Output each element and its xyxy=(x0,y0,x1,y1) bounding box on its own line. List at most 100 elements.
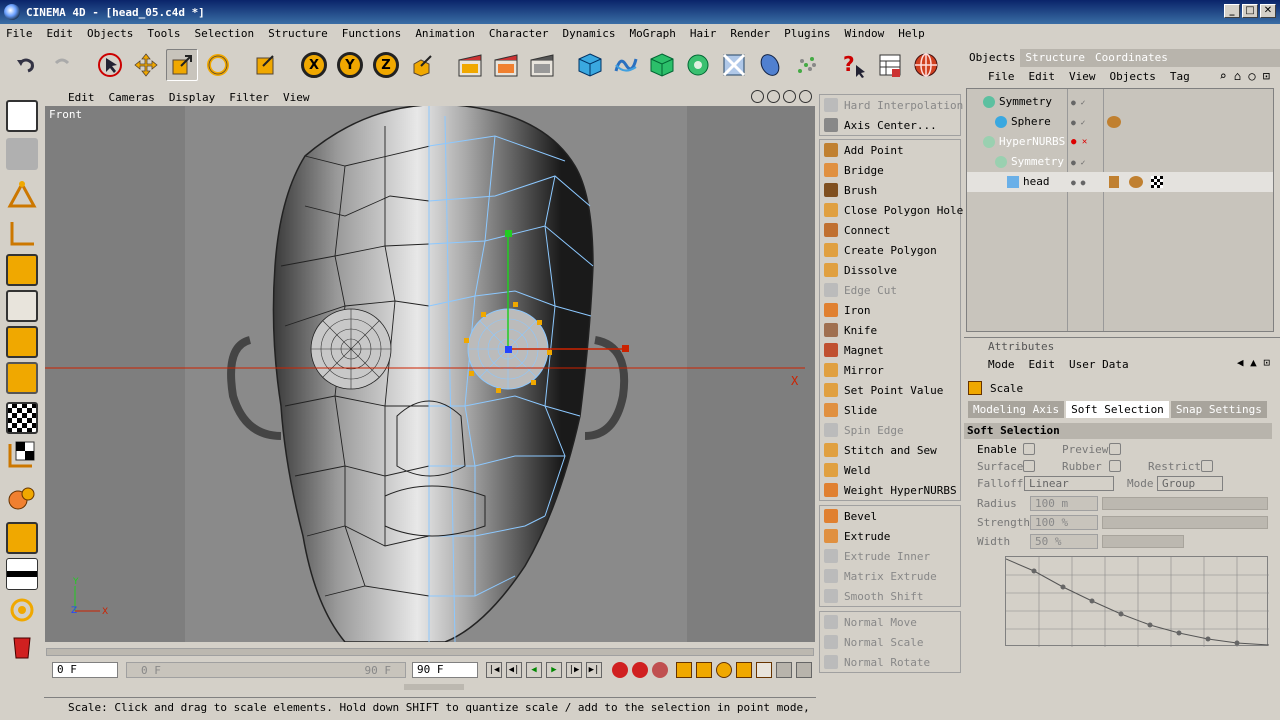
texture-axis-mode-button[interactable] xyxy=(6,326,38,358)
menu-character[interactable]: Character xyxy=(489,27,549,40)
object-row-head[interactable]: head ● ● xyxy=(967,172,1273,192)
next-key-button[interactable]: |▶ xyxy=(566,662,582,678)
menu-render[interactable]: Render xyxy=(730,27,770,40)
render-picture-viewer-button[interactable] xyxy=(490,49,522,81)
phong-tag-icon[interactable] xyxy=(1109,176,1119,188)
solo-mode-button[interactable] xyxy=(6,522,38,554)
scale-tool-button[interactable] xyxy=(166,49,198,81)
attributes-menu-mode[interactable]: Mode xyxy=(988,358,1015,371)
use-polygon-tool-button[interactable] xyxy=(6,254,38,286)
create-polygon-button[interactable]: Create Polygon xyxy=(820,240,960,260)
play-forward-button[interactable]: ▶ xyxy=(546,662,562,678)
magnet-button[interactable]: Magnet xyxy=(820,340,960,360)
attributes-menu-user-data[interactable]: User Data xyxy=(1069,358,1129,371)
surface-checkbox[interactable] xyxy=(1023,460,1035,472)
inverse-kinematics-button[interactable] xyxy=(6,482,38,514)
objects-menu-tag[interactable]: Tag xyxy=(1170,70,1190,83)
cube-primitive-button[interactable] xyxy=(574,49,606,81)
menu-functions[interactable]: Functions xyxy=(342,27,402,40)
redo-button[interactable] xyxy=(46,49,78,81)
record-rotation-button[interactable] xyxy=(716,662,732,678)
bridge-button[interactable]: Bridge xyxy=(820,160,960,180)
timeline-ruler[interactable] xyxy=(46,648,814,656)
menu-dynamics[interactable]: Dynamics xyxy=(563,27,616,40)
attributes-menu-edit[interactable]: Edit xyxy=(1029,358,1056,371)
slide-button[interactable]: Slide xyxy=(820,400,960,420)
restrict-checkbox[interactable] xyxy=(1201,460,1213,472)
close-polygon-hole-button[interactable]: Close Polygon Hole xyxy=(820,200,963,220)
viewport-rotate-icon[interactable] xyxy=(783,90,796,103)
timeline-options-button[interactable] xyxy=(796,662,812,678)
browser-button[interactable] xyxy=(910,49,942,81)
render-view-button[interactable] xyxy=(454,49,486,81)
array-button[interactable] xyxy=(682,49,714,81)
tab-coordinates[interactable]: Coordinates xyxy=(1090,49,1173,67)
width-slider[interactable] xyxy=(1102,535,1184,548)
tab-soft-selection[interactable]: Soft Selection xyxy=(1066,401,1169,418)
menu-window[interactable]: Window xyxy=(844,27,884,40)
object-row-symmetry-child[interactable]: Symmetry ● ✓ xyxy=(967,152,1273,172)
record-button[interactable] xyxy=(612,662,628,678)
falloff-dropdown[interactable]: Linear xyxy=(1024,476,1114,491)
object-row-sphere[interactable]: Sphere ● ✓ xyxy=(967,112,1273,132)
material-tag-icon[interactable] xyxy=(1129,176,1143,188)
tweak-mode-button[interactable] xyxy=(6,402,38,434)
uvw-tag-icon[interactable] xyxy=(1151,176,1163,188)
help-button[interactable]: ? xyxy=(838,49,870,81)
object-manager-search-icon[interactable]: ⌕ ⌂ ○ ⊡ xyxy=(1219,69,1270,83)
weight-hypernurbs-button[interactable]: Weight HyperNURBS xyxy=(820,480,960,500)
menu-edit[interactable]: Edit xyxy=(47,27,74,40)
record-position-button[interactable] xyxy=(676,662,692,678)
deformer-button[interactable] xyxy=(718,49,750,81)
use-point-tool-button[interactable] xyxy=(6,178,38,210)
objects-menu-objects[interactable]: Objects xyxy=(1110,70,1156,83)
use-model-tool-button[interactable] xyxy=(6,100,38,132)
viewport-maximize-icon[interactable] xyxy=(799,90,812,103)
undo-button[interactable] xyxy=(10,49,42,81)
strength-field[interactable]: 100 % xyxy=(1030,515,1098,530)
interpolation-button[interactable] xyxy=(776,662,792,678)
object-row-symmetry[interactable]: Symmetry ● ✓ xyxy=(967,92,1273,112)
tab-modeling-axis[interactable]: Modeling Axis xyxy=(968,401,1065,418)
record-scale-button[interactable] xyxy=(696,662,712,678)
end-frame-field[interactable]: 90 F xyxy=(412,662,478,678)
menu-selection[interactable]: Selection xyxy=(194,27,254,40)
menu-file[interactable]: File xyxy=(6,27,33,40)
strength-slider[interactable] xyxy=(1102,516,1268,529)
viewport-menu-cameras[interactable]: Cameras xyxy=(109,91,155,104)
menu-help[interactable]: Help xyxy=(898,27,925,40)
close-button[interactable]: ✕ xyxy=(1260,4,1276,18)
go-to-end-button[interactable]: ▶| xyxy=(586,662,602,678)
keyframe-selection-button[interactable] xyxy=(652,662,668,678)
spline-button[interactable] xyxy=(610,49,642,81)
edge-cut-button[interactable]: Edge Cut xyxy=(820,280,960,300)
dissolve-button[interactable]: Dissolve xyxy=(820,260,960,280)
extrude-inner-button[interactable]: Extrude Inner xyxy=(820,546,960,566)
width-field[interactable]: 50 % xyxy=(1030,534,1098,549)
menu-objects[interactable]: Objects xyxy=(87,27,133,40)
rubber-checkbox[interactable] xyxy=(1109,460,1121,472)
normal-scale-button[interactable]: Normal Scale xyxy=(820,632,960,652)
brush-button[interactable]: Brush xyxy=(820,180,960,200)
knife-button[interactable]: Knife xyxy=(820,320,960,340)
animation-mode-button[interactable] xyxy=(6,438,38,470)
viewport-menu-filter[interactable]: Filter xyxy=(229,91,269,104)
y-axis-lock-button[interactable]: Y xyxy=(334,49,366,81)
objects-menu-file[interactable]: File xyxy=(988,70,1015,83)
menu-mograph[interactable]: MoGraph xyxy=(630,27,676,40)
material-tag-icon[interactable] xyxy=(1107,116,1121,128)
record-parameter-button[interactable] xyxy=(736,662,752,678)
tab-structure[interactable]: Structure xyxy=(1020,49,1090,67)
move-tool-button[interactable] xyxy=(130,49,162,81)
menu-animation[interactable]: Animation xyxy=(415,27,475,40)
iron-button[interactable]: Iron xyxy=(820,300,960,320)
stitch-and-sew-button[interactable]: Stitch and Sew xyxy=(820,440,960,460)
viewport-zoom-icon[interactable] xyxy=(767,90,780,103)
z-axis-lock-button[interactable]: Z xyxy=(370,49,402,81)
minimize-button[interactable]: _ xyxy=(1224,4,1240,18)
falloff-curve-graph[interactable] xyxy=(1005,556,1270,647)
preview-range-slider[interactable]: 0 F 90 F xyxy=(126,662,406,678)
viewport-menu-view[interactable]: View xyxy=(283,91,310,104)
objects-menu-view[interactable]: View xyxy=(1069,70,1096,83)
objects-menu-edit[interactable]: Edit xyxy=(1029,70,1056,83)
